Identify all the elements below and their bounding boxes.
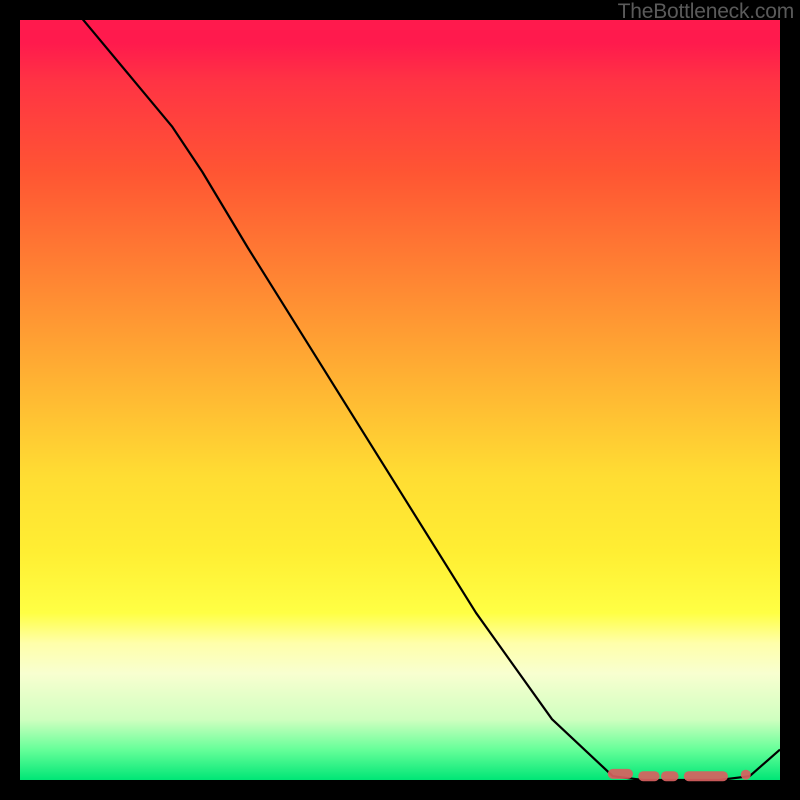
bottleneck-curve: [20, 0, 780, 780]
chart-frame: TheBottleneck.com: [0, 0, 800, 800]
chart-svg: [20, 20, 780, 780]
marker-cluster-dot: [741, 770, 751, 780]
watermark-text: TheBottleneck.com: [618, 0, 794, 24]
curve-layer: [20, 0, 780, 780]
